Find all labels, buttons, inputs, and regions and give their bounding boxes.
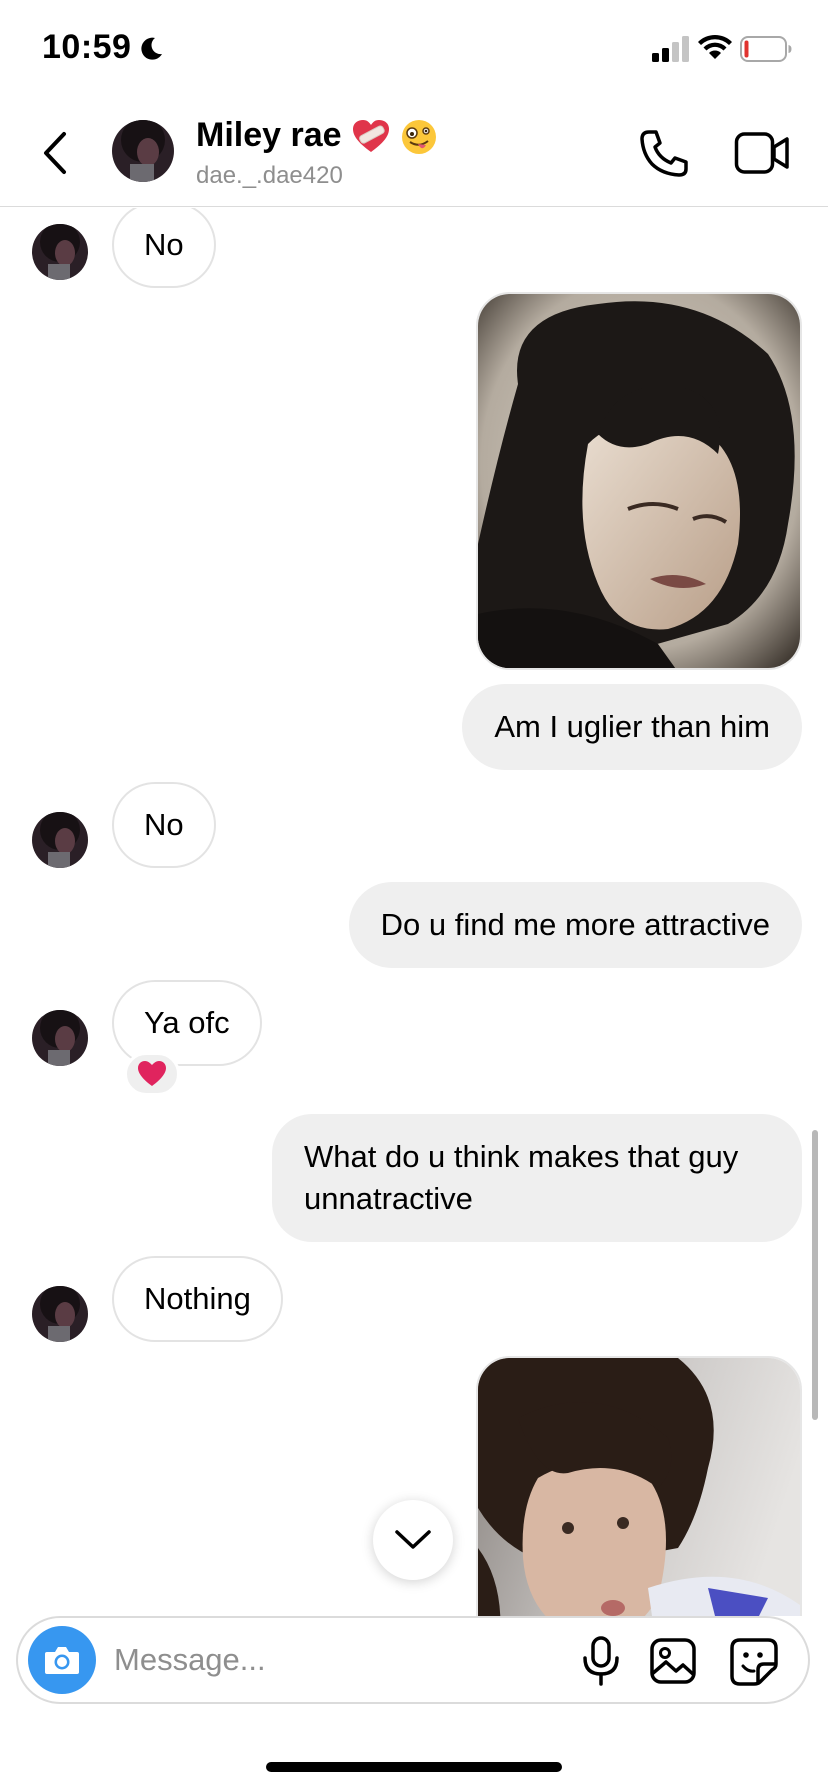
camera-icon [45,1647,79,1674]
status-time: 10:59 [42,28,132,66]
message-bubble-incoming[interactable]: No [112,782,216,868]
message-text: What do u think makes that guy unnatract… [304,1139,739,1216]
zany-face-icon [402,120,437,155]
selfie-image [478,1358,800,1616]
message-bubble-incoming[interactable]: No [112,208,216,288]
contact-name-text: Miley rae [196,116,342,154]
mending-heart-icon [352,120,389,153]
message-bubble-incoming[interactable]: Ya ofc [112,980,262,1066]
message-text: Do u find me more attractive [380,907,770,942]
reaction-badge[interactable] [124,1052,180,1096]
chat-header: Miley rae dae._.dae420 [0,100,828,207]
message-text: Ya ofc [144,1005,230,1040]
message-text: No [144,807,184,842]
contact-name[interactable]: Miley rae [196,116,438,156]
contact-username: dae._.dae420 [196,162,343,189]
avatar[interactable] [32,1286,88,1342]
message-text: Nothing [144,1281,251,1316]
scrollbar[interactable] [812,1130,818,1420]
message-bubble-incoming[interactable]: Nothing [112,1256,283,1342]
camera-button[interactable] [28,1626,96,1694]
gallery-icon[interactable] [650,1638,696,1684]
message-bubble-outgoing[interactable]: Do u find me more attractive [348,882,802,968]
status-bar: 10:59 [0,0,828,100]
message-composer [16,1616,810,1704]
scroll-to-bottom-button[interactable] [373,1500,453,1580]
message-text: Am I uglier than him [494,709,770,744]
wifi-icon [698,34,732,59]
avatar[interactable] [32,1010,88,1066]
message-thread[interactable]: No Am I uglier than him No Do u find me … [0,208,828,1616]
avatar[interactable] [32,812,88,868]
avatar[interactable] [32,224,88,280]
moon-icon [141,37,162,60]
phone-call-icon[interactable] [638,128,690,180]
home-indicator[interactable] [266,1762,562,1772]
video-call-icon[interactable] [734,130,790,176]
message-bubble-outgoing[interactable]: What do u think makes that guy unnatract… [272,1114,802,1242]
chevron-down-icon [395,1530,431,1549]
back-arrow-icon[interactable] [36,126,76,180]
microphone-icon[interactable] [580,1636,622,1686]
message-input[interactable] [114,1636,494,1684]
message-bubble-outgoing[interactable]: Am I uglier than him [462,684,802,770]
photo-message[interactable] [476,292,802,670]
red-heart-icon [138,1061,166,1086]
avatar[interactable] [112,120,174,182]
sticker-icon[interactable] [730,1638,778,1686]
battery-icon [740,36,792,62]
cellular-signal-icon [652,36,689,62]
portrait-image [478,294,800,668]
message-text: No [144,227,184,262]
photo-message[interactable] [476,1356,802,1616]
